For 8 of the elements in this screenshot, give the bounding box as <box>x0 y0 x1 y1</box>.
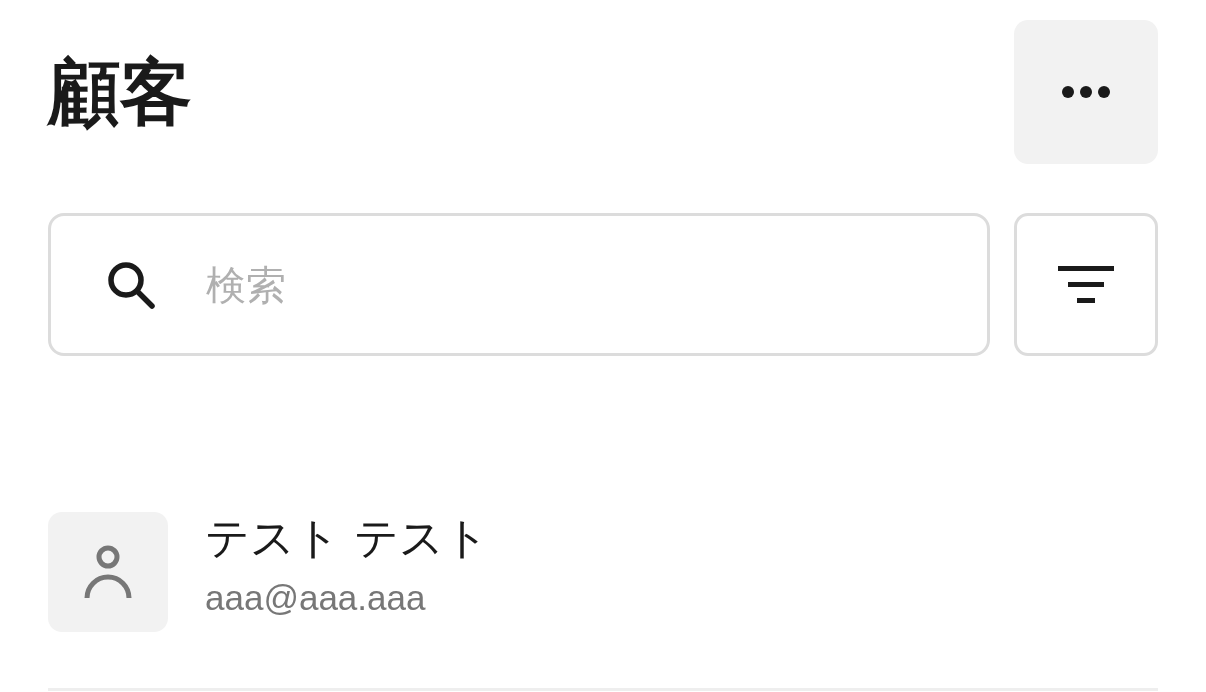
person-icon <box>83 544 133 600</box>
filter-button[interactable] <box>1014 213 1158 356</box>
customer-email: aaa@aaa.aaa <box>205 577 427 619</box>
search-field[interactable]: 検索 <box>48 213 990 356</box>
filter-icon <box>1058 265 1114 304</box>
search-icon <box>106 260 156 310</box>
more-icon <box>1061 85 1111 99</box>
customer-name: テスト テスト <box>205 512 489 564</box>
